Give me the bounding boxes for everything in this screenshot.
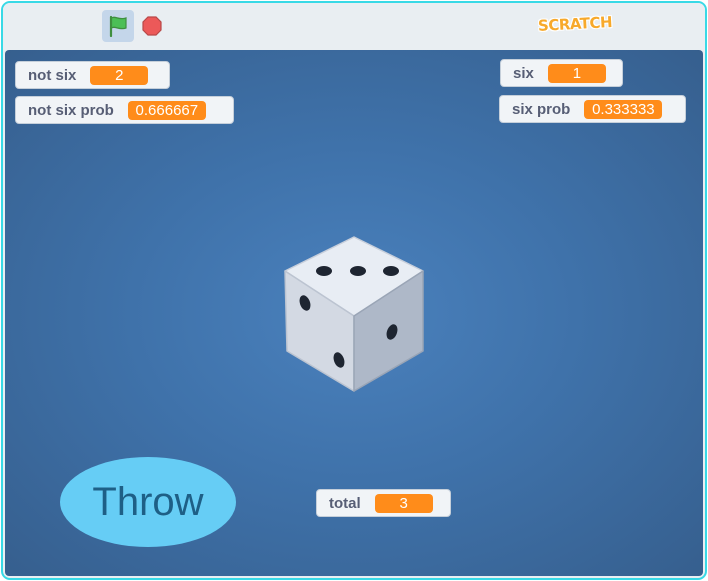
green-flag-icon bbox=[109, 15, 127, 37]
stop-button[interactable] bbox=[141, 15, 163, 37]
monitor-six: six 1 bbox=[500, 59, 623, 87]
monitor-total: total 3 bbox=[316, 489, 451, 517]
monitor-label: not six prob bbox=[28, 101, 114, 119]
monitor-not-six: not six 2 bbox=[15, 61, 170, 89]
stage[interactable]: not six 2 not six prob 0.666667 six 1 si… bbox=[5, 50, 703, 576]
monitor-value: 2 bbox=[90, 65, 149, 85]
monitor-label: not six bbox=[28, 66, 77, 84]
monitor-label: total bbox=[329, 494, 361, 512]
stop-sign-icon bbox=[142, 16, 162, 36]
monitor-label: six bbox=[513, 64, 534, 82]
scratch-logo: SCRATCH bbox=[537, 13, 613, 35]
monitor-not-six-prob: not six prob 0.666667 bbox=[15, 96, 234, 124]
dice-sprite[interactable] bbox=[280, 233, 440, 398]
monitor-label: six prob bbox=[512, 100, 571, 118]
monitor-value: 3 bbox=[374, 493, 433, 513]
scratch-player-window: SCRATCH not six 2 not six prob 0.666667 … bbox=[1, 1, 707, 580]
monitor-value: 0.666667 bbox=[127, 100, 206, 120]
monitor-value: 1 bbox=[547, 63, 606, 83]
monitor-six-prob: six prob 0.333333 bbox=[499, 95, 686, 123]
monitor-value: 0.333333 bbox=[584, 99, 663, 119]
green-flag-button[interactable] bbox=[102, 10, 134, 42]
throw-button[interactable]: Throw bbox=[60, 457, 236, 547]
player-toolbar: SCRATCH bbox=[3, 3, 705, 47]
